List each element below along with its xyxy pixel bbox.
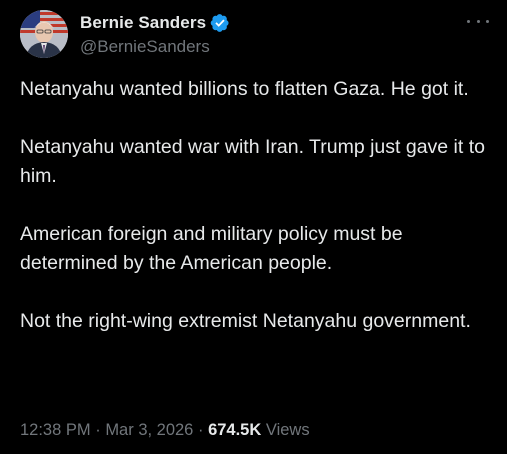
meta-separator: ·: [95, 421, 101, 439]
verified-badge-icon: [210, 13, 230, 33]
avatar[interactable]: [20, 10, 68, 58]
tweet-meta: 12:38 PM · Mar 3, 2026 · 674.5K Views: [20, 419, 310, 441]
tweet-time[interactable]: 12:38 PM: [20, 421, 91, 439]
tweet: Bernie Sanders @BernieSanders Netanyahu …: [0, 0, 507, 454]
tweet-date[interactable]: Mar 3, 2026: [105, 421, 193, 439]
display-name[interactable]: Bernie Sanders: [80, 13, 206, 33]
meta-separator: ·: [197, 421, 204, 439]
more-horizontal-icon[interactable]: [467, 14, 489, 28]
views-label: Views: [265, 421, 310, 439]
tweet-paragraph: Not the right-wing extremist Netanyahu g…: [20, 310, 471, 332]
more-dot-icon: [476, 19, 480, 23]
more-dot-icon: [467, 19, 470, 23]
tweet-paragraph: Netanyahu wanted war with Iran. Trump ju…: [20, 136, 485, 187]
more-dot-icon: [486, 19, 489, 23]
author-handle[interactable]: @BernieSanders: [80, 37, 230, 57]
author-block: Bernie Sanders @BernieSanders: [80, 13, 230, 57]
tweet-text: Netanyahu wanted billions to flatten Gaz…: [20, 75, 490, 336]
views-count[interactable]: 674.5K: [208, 421, 261, 439]
avatar-image: [20, 10, 68, 58]
tweet-paragraph: Netanyahu wanted billions to flatten Gaz…: [20, 78, 469, 100]
name-row: Bernie Sanders: [80, 13, 230, 33]
tweet-paragraph: American foreign and military policy mus…: [20, 223, 403, 274]
